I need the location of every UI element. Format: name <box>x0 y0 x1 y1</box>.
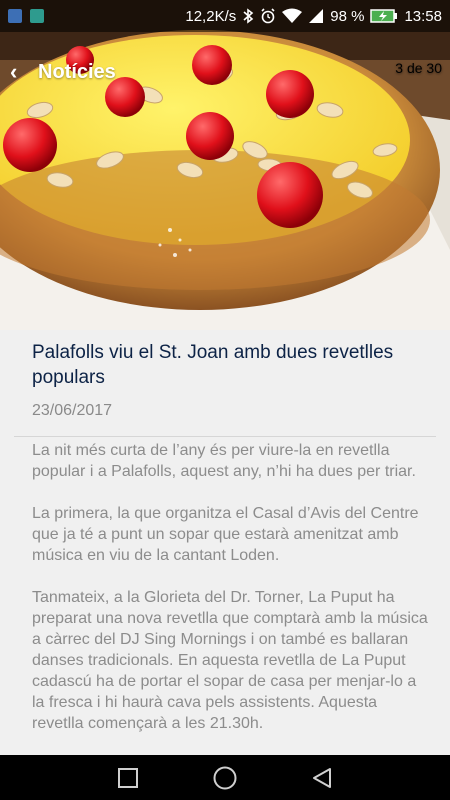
divider <box>14 436 436 437</box>
article-paragraph: Tanmateix, a la Glorieta del Dr. Torner,… <box>32 589 428 732</box>
chevron-left-icon[interactable]: ‹ <box>0 59 30 85</box>
article-body: La nit més curta de l’any és per viure-l… <box>32 440 432 755</box>
clock: 13:58 <box>404 7 442 25</box>
bluetooth-icon <box>242 8 254 24</box>
image-icon <box>30 9 44 23</box>
article-paragraph: La nit més curta de l’any és per viure-l… <box>32 442 416 480</box>
coca-de-sant-joan-image <box>0 0 450 330</box>
home-circle-icon[interactable] <box>210 763 240 793</box>
battery-icon <box>370 8 398 24</box>
app-bar: ‹ Notícies <box>0 52 450 92</box>
recents-square-icon[interactable] <box>113 763 143 793</box>
navigation-bar <box>0 755 450 800</box>
back-triangle-icon[interactable] <box>307 763 337 793</box>
article-title: Palafolls viu el St. Joan amb dues revet… <box>32 342 394 388</box>
network-speed: 12,2K/s <box>185 7 237 25</box>
battery-percent: 98 % <box>330 7 365 25</box>
usb-icon <box>8 9 22 23</box>
article: Palafolls viu el St. Joan amb dues revet… <box>0 330 450 755</box>
page-title: Notícies <box>38 60 116 83</box>
hero-image <box>0 0 450 330</box>
article-paragraph: La primera, la que organitza el Casal d’… <box>32 505 419 564</box>
status-bar: 12,2K/s 98 % 13:58 <box>0 0 450 32</box>
article-date: 23/06/2017 <box>32 402 113 419</box>
page-counter: 3 de 30 <box>395 60 442 76</box>
signal-icon <box>308 8 324 24</box>
alarm-icon <box>260 8 276 24</box>
wifi-icon <box>282 8 303 24</box>
